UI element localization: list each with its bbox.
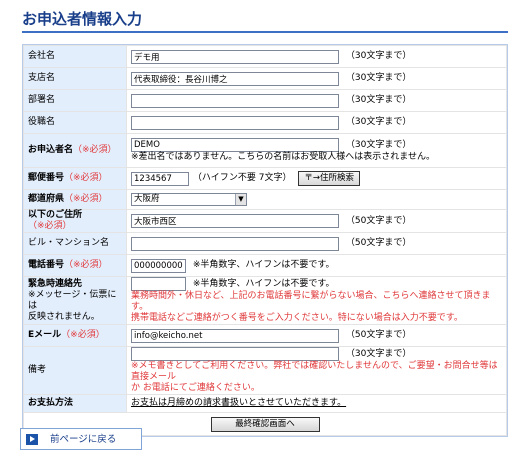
- branch-hint: （30文字まで）: [345, 73, 412, 83]
- building-label: ビル・マンション名: [24, 233, 126, 254]
- row-company: 会社名 （30文字まで）: [24, 46, 506, 67]
- applicant-note: ※差出名ではありません。こちらの名前はお受取人様へは表示されません。: [131, 152, 436, 162]
- payment-label: お支払方法: [24, 395, 126, 412]
- emergency-input[interactable]: [131, 277, 186, 291]
- row-remarks: 備考 （30文字まで） ※メモ書きとしてご利用ください。弊社では確認いたしません…: [24, 347, 506, 394]
- position-label: 役職名: [24, 112, 126, 133]
- emergency-sublabel-1: ※メッセージ・伝票には: [28, 289, 117, 311]
- required-mark: （※必須）: [64, 194, 108, 204]
- email-label-text: Eメール: [28, 330, 62, 340]
- confirm-button[interactable]: 最終確認画面へ: [210, 417, 320, 432]
- building-input[interactable]: [131, 236, 339, 251]
- emergency-note-1: 業務時間外・休日など、上記のお電話番号に繋がらない場合、こちらへ連絡させて頂きま…: [131, 291, 491, 312]
- applicant-input[interactable]: [131, 138, 339, 152]
- applicant-form: 会社名 （30文字まで） 支店名 （30文字まで） 部署名 （30文字まで） 役…: [22, 44, 508, 437]
- arrow-right-icon: [26, 434, 38, 445]
- applicant-label-text: お申込者名: [28, 145, 74, 155]
- required-mark: （※必須）: [61, 330, 105, 340]
- phone-input[interactable]: [131, 258, 186, 273]
- remarks-note-1: ※メモ書きとしてご利用ください。弊社では確認いたしませんので、ご要望・お問合せ等…: [131, 361, 498, 382]
- address-hint: （50文字まで）: [345, 215, 412, 226]
- branch-input[interactable]: [131, 71, 339, 86]
- email-input[interactable]: [131, 328, 339, 343]
- position-input[interactable]: [131, 115, 339, 130]
- payment-text: お支払は月締めの請求書扱いとさせていただきます。: [131, 398, 347, 408]
- required-mark: （※必須）: [64, 260, 108, 270]
- row-branch: 支店名 （30文字まで）: [24, 68, 506, 89]
- branch-label: 支店名: [24, 68, 126, 89]
- phone-hint: ※半角数字、ハイフンは不要です。: [192, 260, 335, 270]
- emergency-hint: ※半角数字、ハイフンは不要です。: [192, 278, 335, 289]
- zip-label-text: 郵便番号: [28, 173, 65, 183]
- remarks-label: 備考: [24, 347, 126, 394]
- address-label: 以下のご住所（※必須）: [24, 210, 126, 232]
- applicant-hint: （30文字まで）: [345, 139, 412, 150]
- remarks-note-2: か お電話にてご連絡ください。: [131, 383, 260, 393]
- department-hint: （30文字まで）: [345, 95, 412, 105]
- position-hint: （30文字まで）: [345, 117, 412, 127]
- building-hint: （50文字まで）: [345, 238, 412, 248]
- row-payment: お支払方法 お支払は月締めの請求書扱いとさせていただきます。: [24, 395, 506, 412]
- emergency-sublabel-2: 反映されません。: [28, 311, 100, 322]
- remarks-hint: （30文字まで）: [345, 348, 412, 359]
- address-label-text: 以下のご住所: [28, 210, 83, 220]
- row-applicant: お申込者名（※必須） （30文字まで） ※差出名ではありません。こちらの名前はお…: [24, 134, 506, 167]
- back-button-label: 前ページに戻る: [50, 434, 117, 445]
- zip-input[interactable]: [131, 171, 189, 186]
- department-label: 部署名: [24, 90, 126, 111]
- phone-label: 電話番号（※必須）: [24, 255, 126, 276]
- emergency-label: 緊急時連絡先 ※メッセージ・伝票には 反映されません。: [24, 277, 126, 324]
- row-emergency: 緊急時連絡先 ※メッセージ・伝票には 反映されません。 ※半角数字、ハイフンは不…: [24, 277, 506, 324]
- row-zip: 郵便番号（※必須） （ハイフン不要 7文字） 〒→住所検索: [24, 168, 506, 189]
- company-input[interactable]: [131, 49, 339, 64]
- prefecture-label-text: 都道府県: [28, 194, 65, 204]
- prefecture-value: 大阪府: [134, 194, 160, 204]
- emergency-label-text: 緊急時連絡先: [28, 278, 83, 289]
- zip-label: 郵便番号（※必須）: [24, 168, 126, 189]
- applicant-label: お申込者名（※必須）: [24, 134, 126, 167]
- row-position: 役職名 （30文字まで）: [24, 112, 506, 133]
- email-hint: （50文字まで）: [345, 330, 412, 340]
- chevron-down-icon[interactable]: ▼: [235, 194, 246, 205]
- row-department: 部署名 （30文字まで）: [24, 90, 506, 111]
- required-mark: （※必須）: [73, 145, 117, 155]
- page-title: お申込者情報入力: [22, 7, 508, 33]
- prefecture-label: 都道府県（※必須）: [24, 190, 126, 209]
- address-input[interactable]: [131, 214, 339, 228]
- email-label: Eメール（※必須）: [24, 325, 126, 346]
- row-prefecture: 都道府県（※必須） 大阪府 ▼: [24, 190, 506, 209]
- department-input[interactable]: [131, 93, 339, 108]
- company-hint: （30文字まで）: [345, 51, 412, 61]
- company-label: 会社名: [24, 46, 126, 67]
- phone-label-text: 電話番号: [28, 260, 65, 270]
- required-mark: （※必須）: [64, 173, 108, 183]
- address-search-button[interactable]: 〒→住所検索: [298, 171, 360, 186]
- row-address: 以下のご住所（※必須） （50文字まで）: [24, 210, 506, 232]
- row-building: ビル・マンション名 （50文字まで）: [24, 233, 506, 254]
- emergency-note-2: 携帯電話などご連絡がつく番号をご入力ください。特にない場合は入力不要です。: [131, 313, 463, 323]
- required-mark: （※必須）: [28, 221, 72, 231]
- back-button[interactable]: 前ページに戻る: [20, 428, 142, 450]
- remarks-textarea[interactable]: [131, 347, 339, 361]
- prefecture-select[interactable]: 大阪府 ▼: [131, 193, 247, 206]
- row-email: Eメール（※必須） （50文字まで）: [24, 325, 506, 346]
- zip-hint: （ハイフン不要 7文字）: [192, 173, 292, 183]
- row-phone: 電話番号（※必須） ※半角数字、ハイフンは不要です。: [24, 255, 506, 276]
